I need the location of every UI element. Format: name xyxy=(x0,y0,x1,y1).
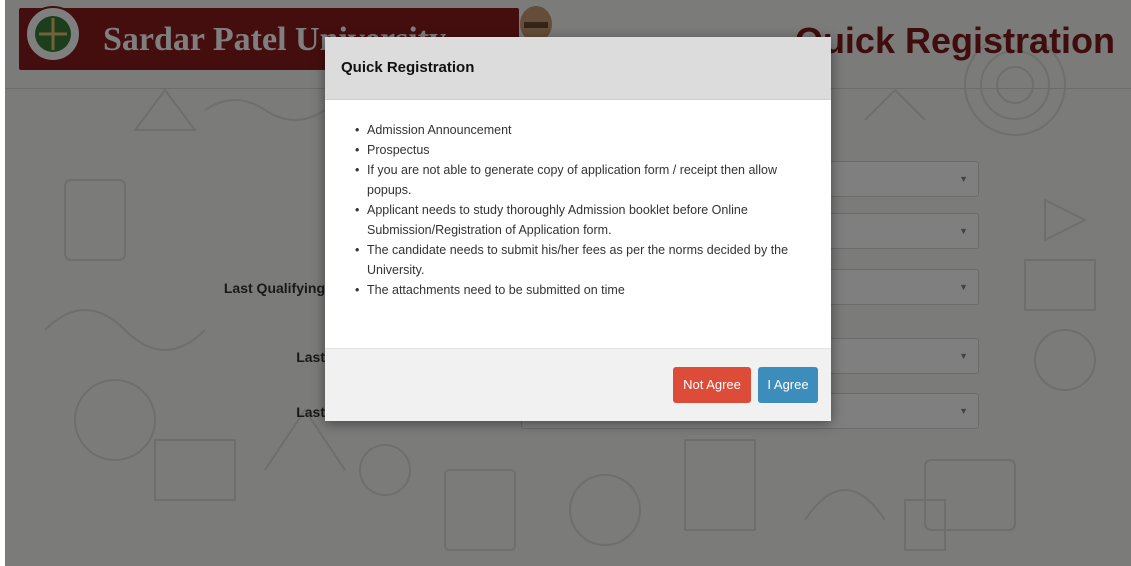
list-item: • Admission Announcement xyxy=(355,123,512,137)
page: Sardar Patel University Quick Registrati… xyxy=(5,0,1131,566)
quick-registration-modal: Quick Registration • Admission Announceme… xyxy=(325,37,831,421)
list-item: • If you are not able to generate copy of… xyxy=(355,163,777,197)
list-item: • Applicant needs to study thoroughly Adm… xyxy=(355,203,748,237)
list-item: • The candidate needs to submit his/her f… xyxy=(355,243,789,277)
modal-body: • Admission Announcement • Prospectus • If … xyxy=(325,100,831,348)
list-item: • Prospectus xyxy=(355,143,430,157)
list-item: • The attachments need to be submitted on… xyxy=(355,283,625,297)
agree-button[interactable]: I Agree xyxy=(758,367,818,403)
modal-title: Quick Registration xyxy=(341,59,475,76)
not-agree-button[interactable]: Not Agree xyxy=(673,367,751,403)
notice-list: • Admission Announcement • Prospectus • If … xyxy=(355,120,803,300)
modal-footer: Not Agree I Agree xyxy=(325,348,831,421)
modal-header: Quick Registration xyxy=(325,37,831,100)
